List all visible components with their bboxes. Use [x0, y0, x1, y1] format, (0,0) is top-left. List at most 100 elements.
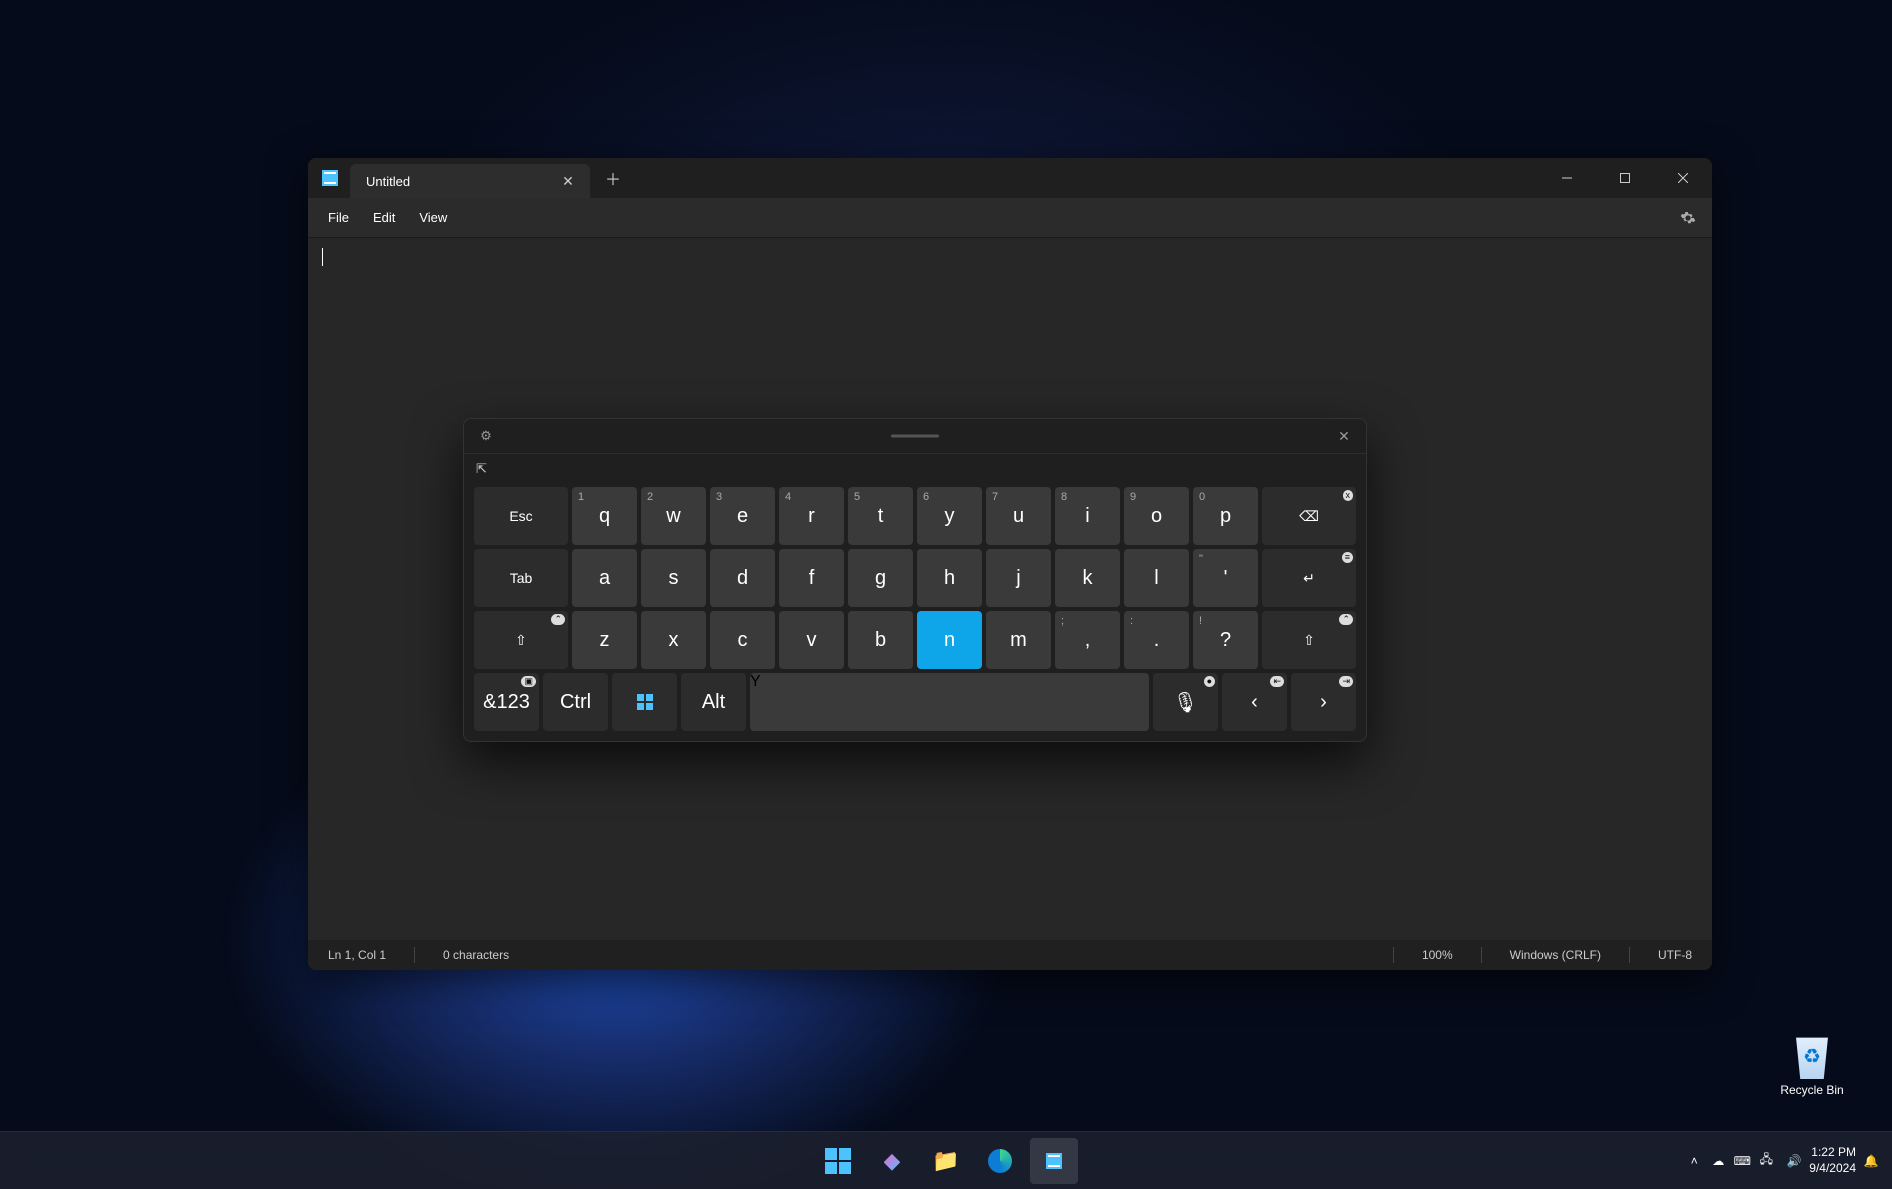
taskbar-time: 1:22 PM: [1809, 1145, 1856, 1161]
tray-system[interactable]: 🖧 🔊: [1757, 1152, 1803, 1170]
key-windows[interactable]: [612, 673, 677, 731]
key-[interactable]: ↵≡: [1262, 549, 1356, 607]
notepad-icon: [1046, 1153, 1062, 1169]
key-k[interactable]: k: [1055, 549, 1120, 607]
key-[interactable]: ⌫x: [1262, 487, 1356, 545]
key-[interactable]: .:: [1124, 611, 1189, 669]
key-esc[interactable]: Esc: [474, 487, 568, 545]
taskbar: ◆ 📁 ˄ ☁ ⌨ 🖧 🔊 1:22 PM 9/4/2024 🔔: [0, 1131, 1892, 1189]
windows-logo-icon: [637, 694, 653, 710]
recycle-bin-glyph: [1791, 1033, 1833, 1079]
touch-keyboard: ⚙ ✕ ⇱ Escq1w2e3r4t5y6u7i8o9p0⌫x Tabasdfgh…: [463, 418, 1367, 742]
key-u[interactable]: u7: [986, 487, 1051, 545]
key-t[interactable]: t5: [848, 487, 913, 545]
osk-key-grid: Escq1w2e3r4t5y6u7i8o9p0⌫x Tabasdfghjkl'"↵…: [464, 483, 1366, 731]
key-r[interactable]: r4: [779, 487, 844, 545]
key-[interactable]: ›⇥: [1291, 673, 1356, 731]
status-char-count: 0 characters: [443, 948, 509, 962]
key-space[interactable]: Y: [750, 673, 1149, 731]
key-f[interactable]: f: [779, 549, 844, 607]
key-y[interactable]: y6: [917, 487, 982, 545]
window-controls: [1538, 158, 1712, 198]
folder-icon: 📁: [932, 1148, 959, 1174]
key-[interactable]: ‹⇤: [1222, 673, 1287, 731]
tray-onedrive-icon[interactable]: ☁: [1709, 1152, 1727, 1170]
key-s[interactable]: s: [641, 549, 706, 607]
status-zoom[interactable]: 100%: [1422, 948, 1453, 962]
key-c[interactable]: c: [710, 611, 775, 669]
osk-suggestion-bar: ⇱: [464, 453, 1366, 483]
recycle-bin-icon[interactable]: Recycle Bin: [1770, 1033, 1854, 1097]
new-tab-button[interactable]: ＋: [596, 161, 630, 195]
key-alt[interactable]: Alt: [681, 673, 746, 731]
key-[interactable]: '": [1193, 549, 1258, 607]
key-e[interactable]: e3: [710, 487, 775, 545]
osk-close-button[interactable]: ✕: [1332, 424, 1356, 448]
key-o[interactable]: o9: [1124, 487, 1189, 545]
key-p[interactable]: p0: [1193, 487, 1258, 545]
key-[interactable]: 🎙●: [1153, 673, 1218, 731]
key-l[interactable]: l: [1124, 549, 1189, 607]
windows-logo-icon: [825, 1148, 851, 1174]
key-m[interactable]: m: [986, 611, 1051, 669]
maximize-button[interactable]: [1596, 158, 1654, 198]
osk-drag-handle[interactable]: [891, 435, 939, 438]
tab-close-button[interactable]: ✕: [554, 167, 582, 195]
key-n[interactable]: n: [917, 611, 982, 669]
key-d[interactable]: d: [710, 549, 775, 607]
menu-view[interactable]: View: [407, 204, 459, 231]
status-encoding[interactable]: UTF-8: [1658, 948, 1692, 962]
osk-titlebar[interactable]: ⚙ ✕: [464, 419, 1366, 453]
menu-file[interactable]: File: [316, 204, 361, 231]
settings-button[interactable]: [1672, 202, 1704, 234]
key-j[interactable]: j: [986, 549, 1051, 607]
menu-edit[interactable]: Edit: [361, 204, 407, 231]
edge-icon: [988, 1149, 1012, 1173]
key-z[interactable]: z: [572, 611, 637, 669]
key-w[interactable]: w2: [641, 487, 706, 545]
taskbar-notepad[interactable]: [1030, 1138, 1078, 1184]
notifications-icon[interactable]: 🔔: [1862, 1152, 1880, 1170]
text-caret: [322, 248, 323, 266]
key-h[interactable]: h: [917, 549, 982, 607]
taskbar-edge[interactable]: [976, 1138, 1024, 1184]
titlebar[interactable]: Untitled ✕ ＋: [308, 158, 1712, 198]
osk-popout-button[interactable]: ⇱: [476, 461, 487, 477]
key-[interactable]: ,;: [1055, 611, 1120, 669]
taskbar-copilot[interactable]: ◆: [868, 1138, 916, 1184]
network-icon: 🖧: [1757, 1152, 1775, 1170]
document-tab[interactable]: Untitled ✕: [350, 164, 590, 198]
tray-keyboard-icon[interactable]: ⌨: [1733, 1152, 1751, 1170]
key-q[interactable]: q1: [572, 487, 637, 545]
gear-icon: [1680, 210, 1696, 226]
menubar: File Edit View: [308, 198, 1712, 238]
tray-chevron-up-icon[interactable]: ˄: [1685, 1152, 1703, 1170]
osk-settings-button[interactable]: ⚙: [474, 424, 498, 448]
start-button[interactable]: [814, 1138, 862, 1184]
key-a[interactable]: a: [572, 549, 637, 607]
key-[interactable]: ⇧⌃: [474, 611, 568, 669]
key-x[interactable]: x: [641, 611, 706, 669]
taskbar-file-explorer[interactable]: 📁: [922, 1138, 970, 1184]
notepad-app-icon: [322, 170, 338, 186]
key-i[interactable]: i8: [1055, 487, 1120, 545]
taskbar-date: 9/4/2024: [1809, 1161, 1856, 1177]
taskbar-right: ˄ ☁ ⌨ 🖧 🔊 1:22 PM 9/4/2024 🔔: [1685, 1145, 1892, 1176]
key-v[interactable]: v: [779, 611, 844, 669]
taskbar-clock[interactable]: 1:22 PM 9/4/2024: [1809, 1145, 1856, 1176]
key-[interactable]: ?!: [1193, 611, 1258, 669]
key-tab[interactable]: Tab: [474, 549, 568, 607]
recycle-bin-label: Recycle Bin: [1770, 1083, 1854, 1097]
close-button[interactable]: [1654, 158, 1712, 198]
key-[interactable]: ⇧⌃: [1262, 611, 1356, 669]
key-ctrl[interactable]: Ctrl: [543, 673, 608, 731]
volume-icon: 🔊: [1785, 1152, 1803, 1170]
key-g[interactable]: g: [848, 549, 913, 607]
taskbar-center: ◆ 📁: [814, 1138, 1078, 1184]
key-123[interactable]: &123▣: [474, 673, 539, 731]
copilot-icon: ◆: [884, 1148, 901, 1174]
minimize-button[interactable]: [1538, 158, 1596, 198]
status-line-ending[interactable]: Windows (CRLF): [1510, 948, 1601, 962]
status-cursor-position: Ln 1, Col 1: [328, 948, 386, 962]
key-b[interactable]: b: [848, 611, 913, 669]
